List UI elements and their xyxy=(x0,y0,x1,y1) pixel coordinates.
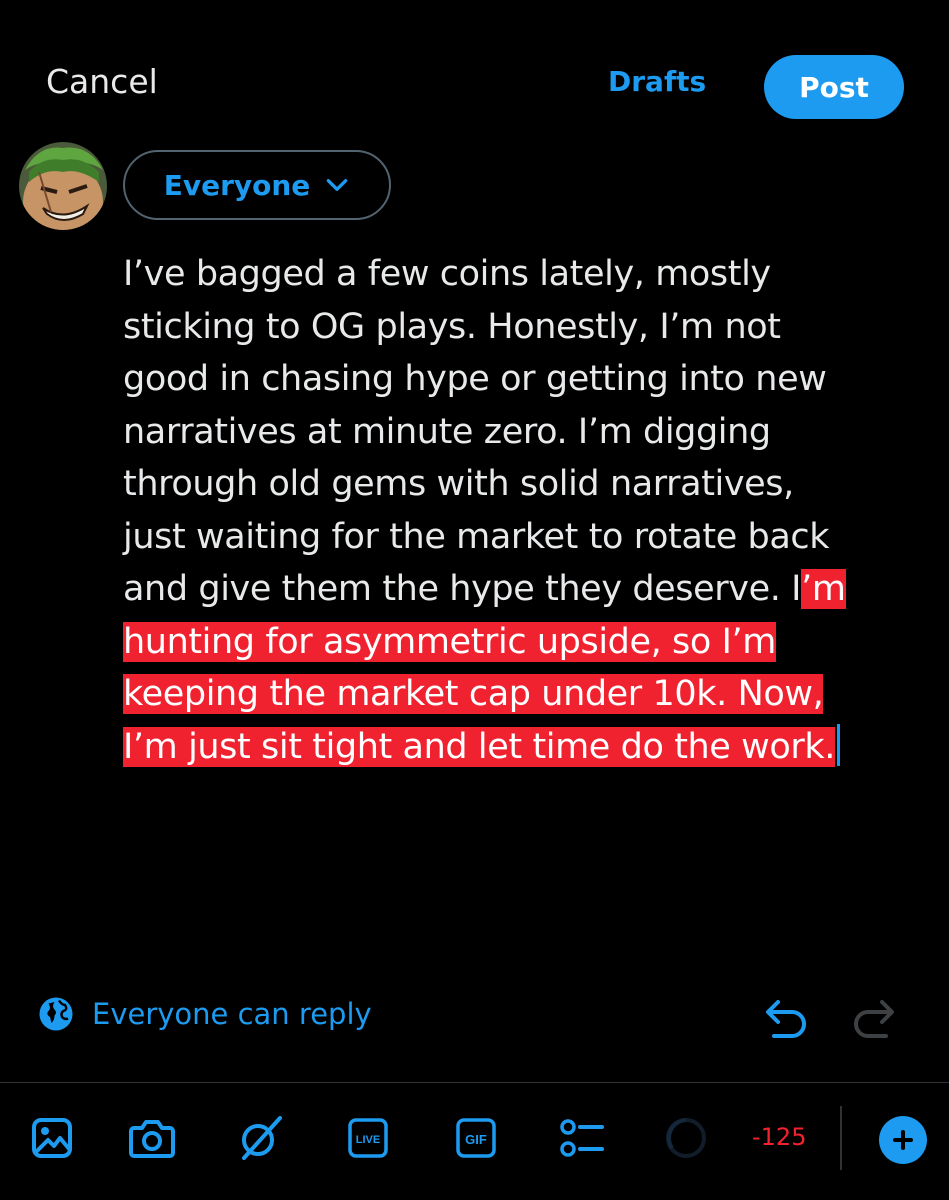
live-icon[interactable]: LIVE xyxy=(344,1114,392,1162)
text-line: I’m just sit tight and let time do the w… xyxy=(123,721,923,774)
text-line: hunting for asymmetric upside, so I’m xyxy=(123,616,923,669)
gif-icon[interactable]: GIF xyxy=(452,1114,500,1162)
post-button[interactable]: Post xyxy=(764,55,904,119)
reply-setting-button[interactable]: Everyone can reply xyxy=(38,996,372,1032)
avatar-image xyxy=(19,142,107,230)
poll-icon[interactable] xyxy=(558,1114,606,1162)
grok-icon[interactable] xyxy=(236,1114,284,1162)
text-line: sticking to OG plays. Honestly, I’m not xyxy=(123,306,781,347)
image-icon[interactable] xyxy=(28,1114,76,1162)
character-limit-ring-icon xyxy=(666,1118,706,1158)
add-post-button[interactable] xyxy=(879,1116,927,1164)
selected-text: ’m xyxy=(801,569,846,609)
selected-text: keeping the market cap under 10k. Now, xyxy=(123,674,824,714)
toolbar-divider xyxy=(0,1082,949,1083)
unselected-text: and give them the hype they deserve. I xyxy=(123,569,802,609)
text-line: and give them the hype they deserve. I’m xyxy=(123,563,923,616)
audience-label: Everyone xyxy=(163,168,311,202)
camera-icon[interactable] xyxy=(128,1114,176,1162)
chevron-down-icon xyxy=(327,179,348,191)
text-line: just waiting for the market to rotate ba… xyxy=(123,516,830,557)
text-line: I’ve bagged a few coins lately, mostly xyxy=(123,254,771,294)
post-text-editor[interactable]: I’ve bagged a few coins lately, mostly s… xyxy=(123,248,923,773)
selected-text: hunting for asymmetric upside, so I’m xyxy=(123,621,776,662)
cancel-button[interactable]: Cancel xyxy=(46,62,158,101)
audience-selector[interactable]: Everyone xyxy=(123,150,391,220)
character-count: -125 xyxy=(752,1123,807,1151)
text-line: through old gems with solid narratives, xyxy=(123,464,794,504)
text-line: narratives at minute zero. I’m digging xyxy=(123,411,771,452)
text-line: keeping the market cap under 10k. Now, xyxy=(123,668,923,721)
plus-icon xyxy=(893,1130,913,1150)
gif-icon-text: GIF xyxy=(465,1132,487,1147)
avatar[interactable] xyxy=(19,142,107,230)
globe-icon xyxy=(39,997,73,1031)
redo-icon[interactable] xyxy=(850,994,902,1044)
text-line: good in chasing hype or getting into new xyxy=(123,359,827,399)
undo-icon[interactable] xyxy=(758,994,810,1044)
text-caret xyxy=(836,723,840,766)
selected-text: I’m just sit tight and let time do the w… xyxy=(123,726,835,767)
toolbar-separator xyxy=(840,1106,842,1170)
reply-setting-label: Everyone can reply xyxy=(92,997,372,1031)
drafts-button[interactable]: Drafts xyxy=(608,65,706,98)
live-icon-text: LIVE xyxy=(356,1134,380,1146)
